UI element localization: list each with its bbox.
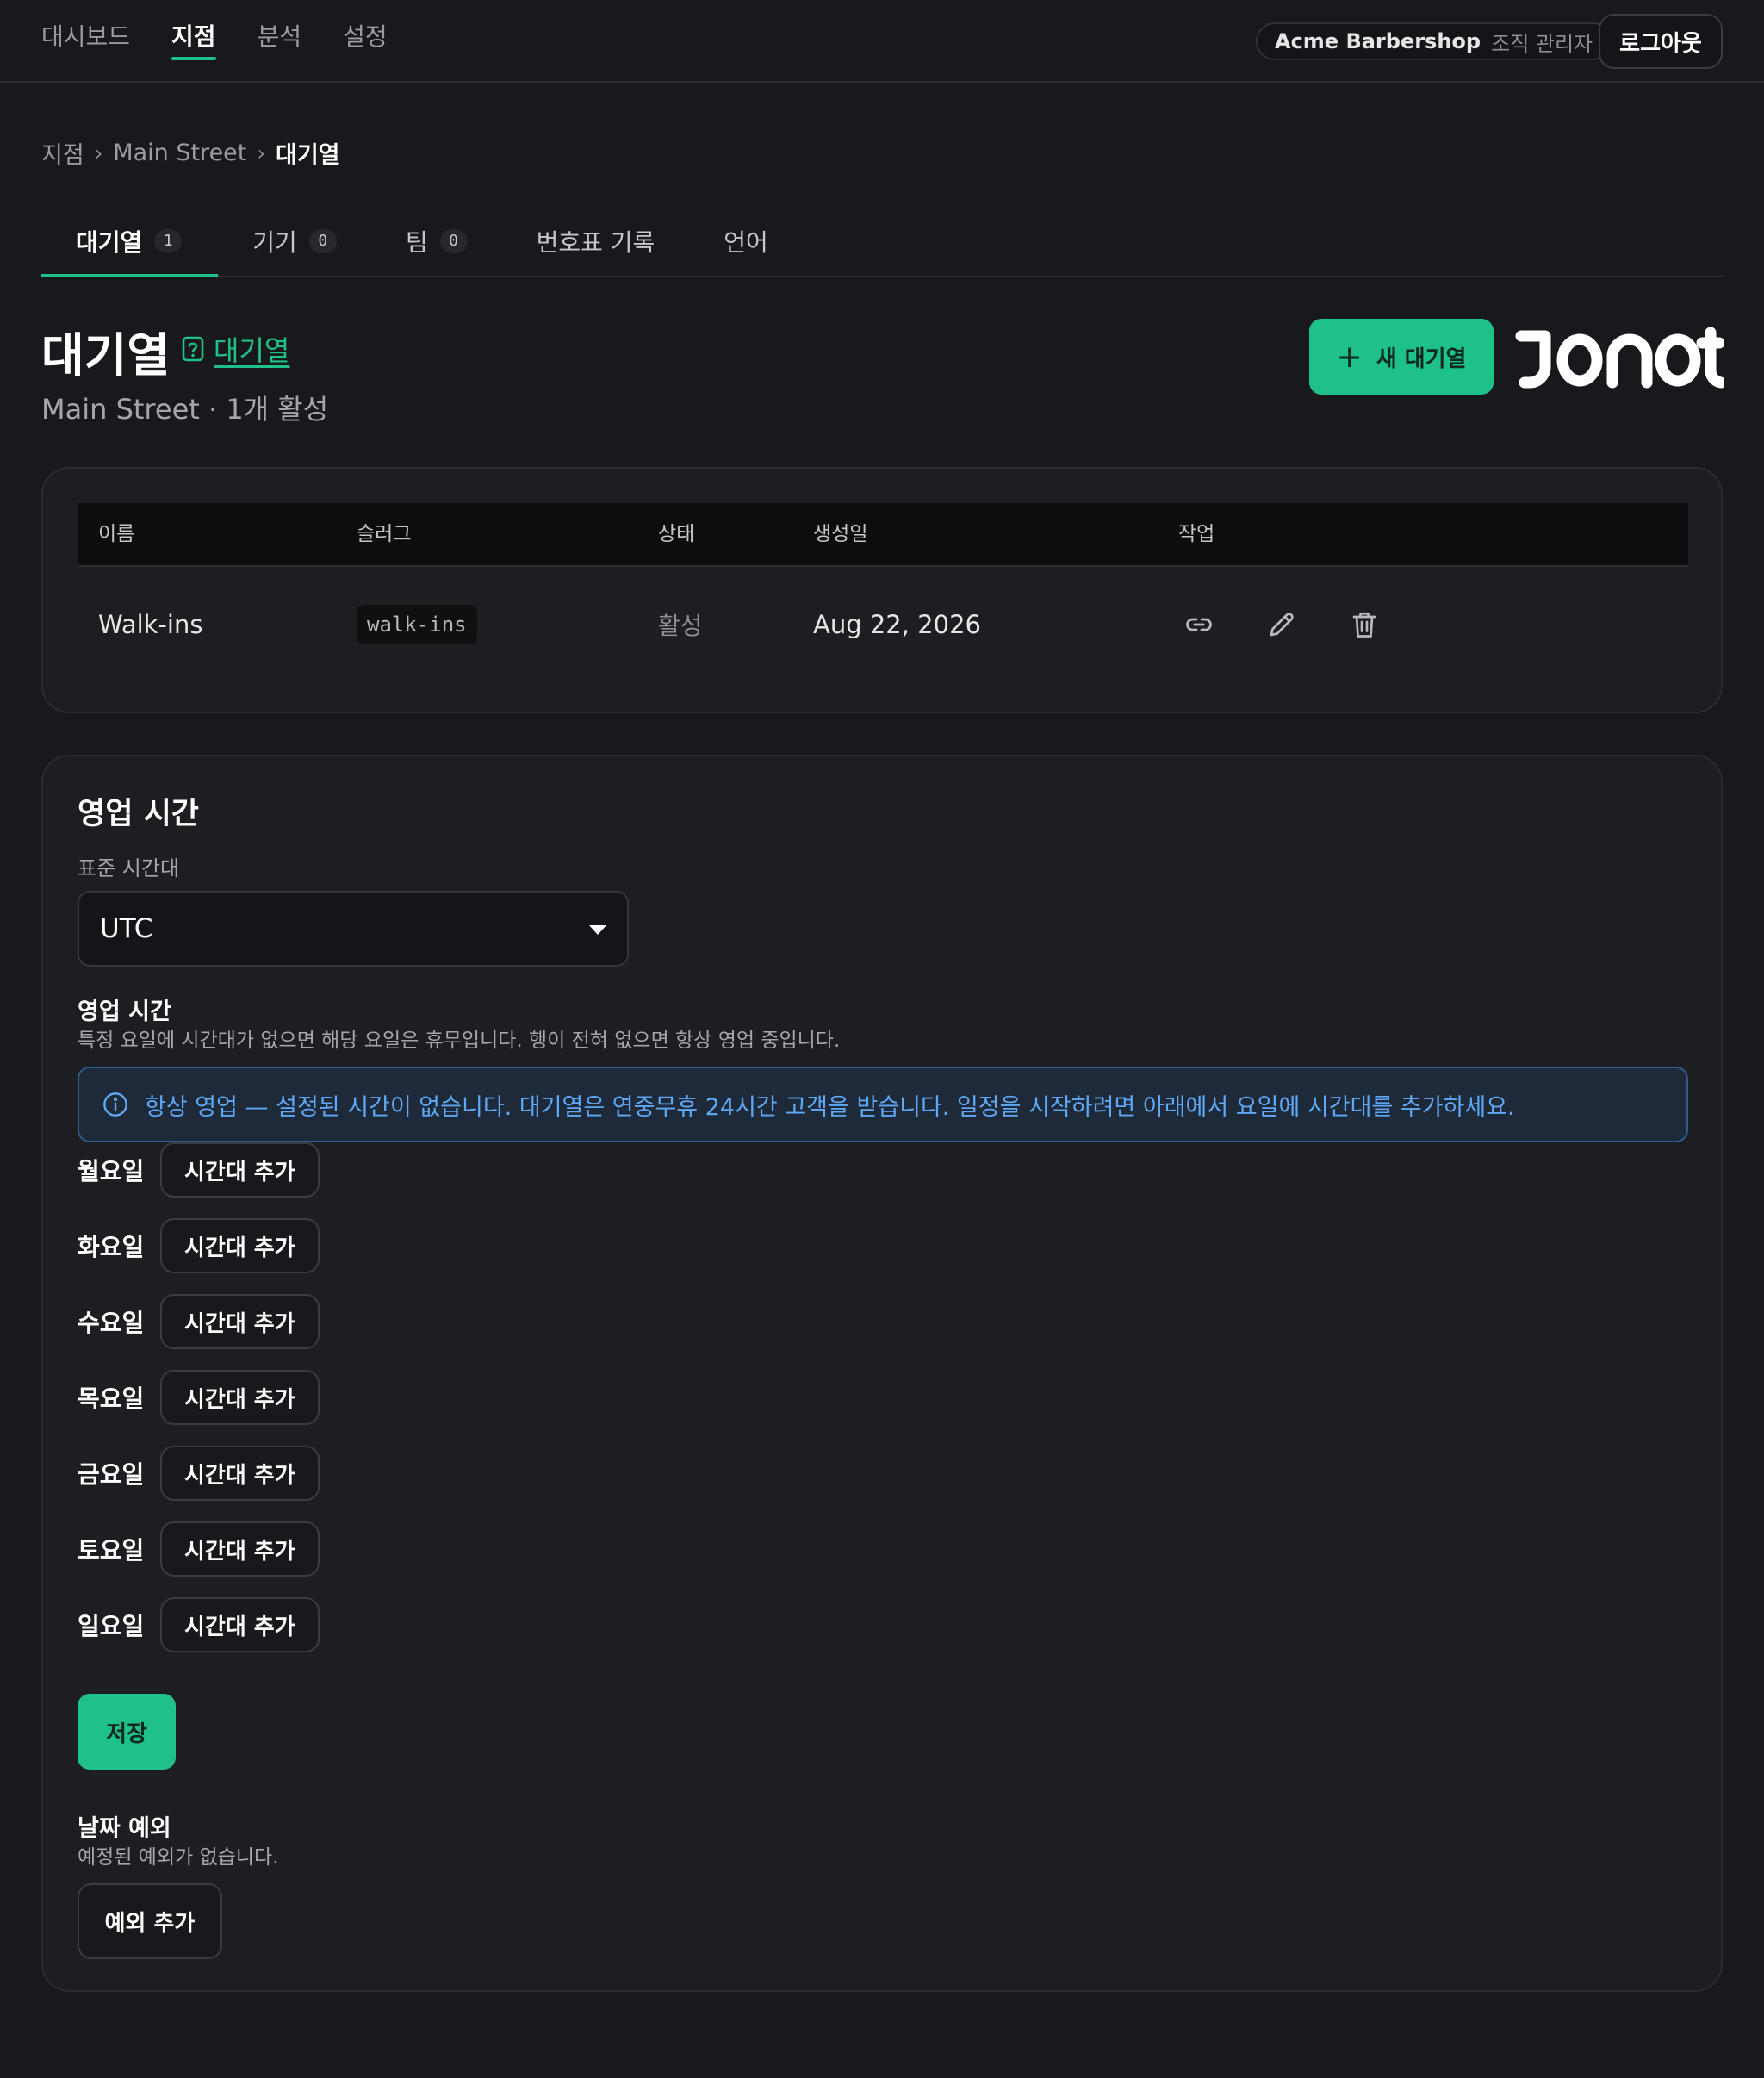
tab-devices[interactable]: 기기 0 bbox=[218, 214, 371, 276]
add-slot-button[interactable]: 시간대 추가 bbox=[160, 1521, 320, 1577]
count-badge: 0 bbox=[439, 229, 468, 253]
banner-text: 항상 영업 — 설정된 시간이 없습니다. 대기열은 연중무휴 24시간 고객을… bbox=[145, 1093, 1515, 1121]
timezone-value: UTC bbox=[100, 913, 153, 944]
top-bar: 대시보드 지점 분석 설정 Acme Barbershop 조직 관리자 로그아… bbox=[0, 0, 1764, 83]
day-row-tuesday: 화요일 시간대 추가 bbox=[78, 1218, 320, 1273]
column-header-name[interactable]: 이름 bbox=[98, 503, 134, 565]
tab-label: 번호표 기록 bbox=[536, 228, 655, 257]
day-row-wednesday: 수요일 시간대 추가 bbox=[78, 1294, 320, 1349]
breadcrumb-locations[interactable]: 지점 bbox=[41, 136, 84, 170]
page-subtitle: Main Street · 1개 활성 bbox=[41, 393, 329, 426]
org-role: 조직 관리자 bbox=[1491, 31, 1593, 56]
exceptions-empty-text: 예정된 예외가 없습니다. bbox=[78, 1846, 279, 1869]
tab-ticket-history[interactable]: 번호표 기록 bbox=[502, 214, 690, 276]
breadcrumb-location[interactable]: Main Street bbox=[113, 140, 246, 166]
add-slot-button[interactable]: 시간대 추가 bbox=[160, 1370, 320, 1425]
tab-language[interactable]: 언어 bbox=[689, 214, 803, 276]
day-row-friday: 금요일 시간대 추가 bbox=[78, 1446, 320, 1501]
add-slot-button[interactable]: 시간대 추가 bbox=[160, 1294, 320, 1349]
add-slot-button[interactable]: 시간대 추가 bbox=[160, 1597, 320, 1652]
hours-section-title: 영업 시간 bbox=[78, 797, 199, 831]
add-slot-button[interactable]: 시간대 추가 bbox=[160, 1142, 320, 1198]
day-label: 화요일 bbox=[78, 1233, 145, 1261]
org-name: Acme Barbershop bbox=[1275, 29, 1481, 53]
brand-logo bbox=[1514, 319, 1727, 395]
day-row-monday: 월요일 시간대 추가 bbox=[78, 1142, 320, 1198]
page-title: 대기열 bbox=[41, 328, 171, 383]
add-slot-button[interactable]: 시간대 추가 bbox=[160, 1446, 320, 1501]
queue-status: 활성 bbox=[658, 612, 703, 640]
breadcrumb: 지점 › Main Street › 대기열 bbox=[41, 136, 340, 170]
table-header: 이름 슬러그 상태 생성일 작업 bbox=[78, 503, 1688, 567]
add-slot-button[interactable]: 시간대 추가 bbox=[160, 1218, 320, 1273]
new-queue-label: 새 대기열 bbox=[1376, 345, 1467, 372]
nav-analytics[interactable]: 분석 bbox=[258, 0, 302, 74]
breadcrumb-current: 대기열 bbox=[276, 142, 340, 169]
org-switcher[interactable]: Acme Barbershop 조직 관리자 bbox=[1256, 22, 1612, 60]
tab-label: 대기열 bbox=[76, 228, 143, 257]
column-header-created[interactable]: 생성일 bbox=[813, 503, 867, 565]
link-icon[interactable] bbox=[1182, 607, 1216, 642]
column-header-actions: 작업 bbox=[1178, 523, 1215, 545]
day-row-saturday: 토요일 시간대 추가 bbox=[78, 1521, 320, 1577]
queue-name[interactable]: Walk-ins bbox=[98, 569, 202, 681]
exceptions-heading: 날짜 예외 bbox=[78, 1815, 171, 1842]
nav-settings[interactable]: 설정 bbox=[343, 0, 388, 74]
column-header-slug[interactable]: 슬러그 bbox=[357, 503, 411, 565]
day-label: 금요일 bbox=[78, 1460, 145, 1489]
queue-slug: walk-ins bbox=[357, 605, 477, 644]
day-label: 수요일 bbox=[78, 1309, 145, 1337]
main-nav: 대시보드 지점 분석 설정 bbox=[41, 0, 429, 83]
day-label: 월요일 bbox=[78, 1157, 145, 1185]
day-row-thursday: 목요일 시간대 추가 bbox=[78, 1370, 320, 1425]
count-badge: 0 bbox=[308, 229, 337, 253]
queue-created-date: Aug 22, 2026 bbox=[813, 610, 981, 639]
table-row: Walk-ins walk-ins 활성 Aug 22, 2026 bbox=[78, 569, 1688, 681]
always-open-banner: 항상 영업 — 설정된 시간이 없습니다. 대기열은 연중무휴 24시간 고객을… bbox=[78, 1067, 1688, 1142]
breadcrumb-separator: › bbox=[94, 140, 103, 165]
help-icon bbox=[181, 335, 205, 363]
column-header-status[interactable]: 상태 bbox=[658, 503, 694, 565]
trash-icon[interactable] bbox=[1347, 607, 1382, 642]
add-exception-button[interactable]: 예외 추가 bbox=[78, 1883, 222, 1959]
business-hours-card: 영업 시간 표준 시간대 UTC 영업 시간 특정 요일에 시간대가 없으면 해… bbox=[41, 755, 1723, 1992]
schedule-help-text: 특정 요일에 시간대가 없으면 해당 요일은 휴무입니다. 행이 전혀 없으면 … bbox=[78, 1030, 841, 1052]
timezone-select[interactable]: UTC bbox=[78, 891, 629, 967]
save-button[interactable]: 저장 bbox=[78, 1694, 176, 1770]
plus-icon: + bbox=[1336, 339, 1363, 375]
day-label: 일요일 bbox=[78, 1612, 145, 1640]
nav-dashboard[interactable]: 대시보드 bbox=[41, 0, 130, 74]
timezone-label: 표준 시간대 bbox=[78, 856, 180, 880]
tab-team[interactable]: 팀 0 bbox=[371, 214, 502, 276]
caret-down-icon bbox=[589, 925, 606, 935]
breadcrumb-separator: › bbox=[257, 140, 265, 165]
info-icon bbox=[102, 1091, 129, 1118]
pencil-icon[interactable] bbox=[1264, 607, 1299, 642]
schedule-heading: 영업 시간 bbox=[78, 999, 171, 1025]
help-link-label: 대기열 bbox=[214, 334, 290, 367]
queues-card: 이름 슬러그 상태 생성일 작업 Walk-ins walk-ins 활성 Au… bbox=[41, 467, 1723, 713]
day-label: 목요일 bbox=[78, 1384, 145, 1413]
new-queue-button[interactable]: + 새 대기열 bbox=[1309, 319, 1494, 395]
logout-button[interactable]: 로그아웃 bbox=[1599, 14, 1723, 69]
day-row-sunday: 일요일 시간대 추가 bbox=[78, 1597, 320, 1652]
help-link[interactable]: 대기열 bbox=[181, 329, 289, 369]
tab-label: 팀 bbox=[405, 228, 428, 257]
day-label: 토요일 bbox=[78, 1536, 145, 1565]
count-badge: 1 bbox=[154, 229, 183, 253]
tab-label: 언어 bbox=[724, 228, 768, 257]
tab-queues[interactable]: 대기열 1 bbox=[41, 214, 219, 277]
location-tabs: 대기열 1 기기 0 팀 0 번호표 기록 언어 bbox=[41, 214, 1723, 277]
tab-label: 기기 bbox=[252, 228, 297, 257]
nav-locations[interactable]: 지점 bbox=[171, 0, 216, 74]
